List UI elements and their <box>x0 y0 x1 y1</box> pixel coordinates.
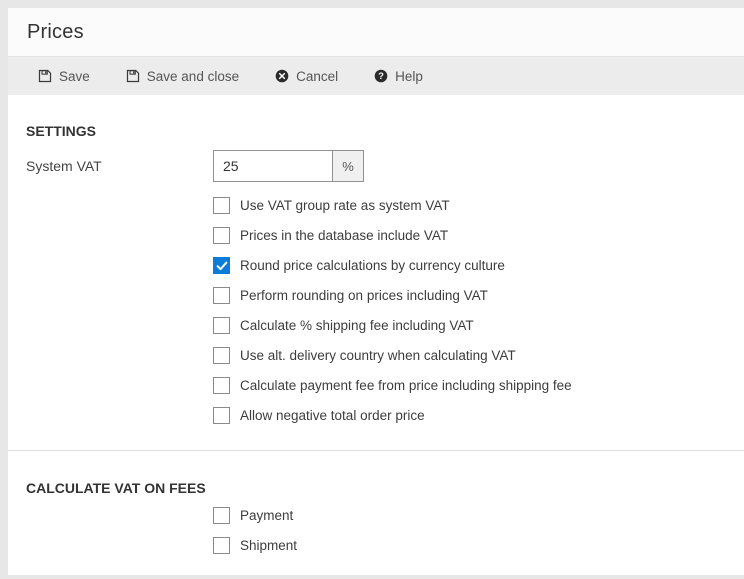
checkbox-label[interactable]: Use alt. delivery country when calculati… <box>240 348 516 363</box>
cancel-button[interactable]: Cancel <box>265 57 348 95</box>
help-button-label: Help <box>395 69 423 84</box>
checkbox-row: Prices in the database include VAT <box>213 227 744 244</box>
checkbox-row: Perform rounding on prices including VAT <box>213 287 744 304</box>
toolbar: Save Save and close Cancel <box>8 57 744 95</box>
checkbox-row: Calculate % shipping fee including VAT <box>213 317 744 334</box>
checkbox-label[interactable]: Perform rounding on prices including VAT <box>240 288 488 303</box>
help-icon: ? <box>374 69 388 83</box>
checkbox-label[interactable]: Use VAT group rate as system VAT <box>240 198 450 213</box>
checkbox-row: Calculate payment fee from price includi… <box>213 377 744 394</box>
checkbox-row: Use VAT group rate as system VAT <box>213 197 744 214</box>
help-button[interactable]: ? Help <box>364 57 433 95</box>
checkbox[interactable] <box>213 537 230 554</box>
checkbox[interactable] <box>213 257 230 274</box>
page-header: Prices <box>8 8 744 57</box>
vat-on-fees-section-heading: CALCULATE VAT ON FEES <box>26 480 744 496</box>
settings-checkbox-list: Use VAT group rate as system VAT Prices … <box>213 197 744 424</box>
checkbox[interactable] <box>213 287 230 304</box>
checkbox-row: Payment <box>213 507 744 524</box>
save-button[interactable]: Save <box>28 57 100 95</box>
settings-section-heading: SETTINGS <box>26 123 744 139</box>
prices-window: Prices Save Save and close <box>8 8 744 575</box>
checkbox[interactable] <box>213 227 230 244</box>
content-area: SETTINGS System VAT % Use VAT group rate… <box>8 95 744 574</box>
checkbox-label[interactable]: Prices in the database include VAT <box>240 228 448 243</box>
checkbox[interactable] <box>213 347 230 364</box>
checkbox[interactable] <box>213 507 230 524</box>
checkbox[interactable] <box>213 377 230 394</box>
system-vat-row: System VAT % <box>26 150 744 182</box>
checkbox-label[interactable]: Shipment <box>240 538 297 553</box>
vat-on-fees-checkbox-list: Payment Shipment <box>213 507 744 554</box>
checkbox[interactable] <box>213 407 230 424</box>
save-icon <box>38 69 52 83</box>
section-divider <box>8 450 744 451</box>
save-and-close-button[interactable]: Save and close <box>116 57 249 95</box>
checkbox-row: Allow negative total order price <box>213 407 744 424</box>
cancel-button-label: Cancel <box>296 69 338 84</box>
checkbox-label[interactable]: Calculate payment fee from price includi… <box>240 378 572 393</box>
system-vat-input-group: % <box>213 150 364 182</box>
page-title: Prices <box>27 21 84 44</box>
checkmark-icon <box>216 261 228 271</box>
checkbox-row: Use alt. delivery country when calculati… <box>213 347 744 364</box>
system-vat-input[interactable] <box>214 151 332 181</box>
percent-addon: % <box>332 151 363 181</box>
checkbox-label[interactable]: Payment <box>240 508 293 523</box>
checkbox-label[interactable]: Round price calculations by currency cul… <box>240 258 505 273</box>
save-button-label: Save <box>59 69 90 84</box>
checkbox-label[interactable]: Calculate % shipping fee including VAT <box>240 318 474 333</box>
save-icon <box>126 69 140 83</box>
checkbox[interactable] <box>213 197 230 214</box>
checkbox-row: Round price calculations by currency cul… <box>213 257 744 274</box>
system-vat-label: System VAT <box>26 158 213 174</box>
cancel-icon <box>275 69 289 83</box>
checkbox[interactable] <box>213 317 230 334</box>
checkbox-row: Shipment <box>213 537 744 554</box>
checkbox-label[interactable]: Allow negative total order price <box>240 408 425 423</box>
save-and-close-button-label: Save and close <box>147 69 239 84</box>
svg-text:?: ? <box>378 71 384 81</box>
